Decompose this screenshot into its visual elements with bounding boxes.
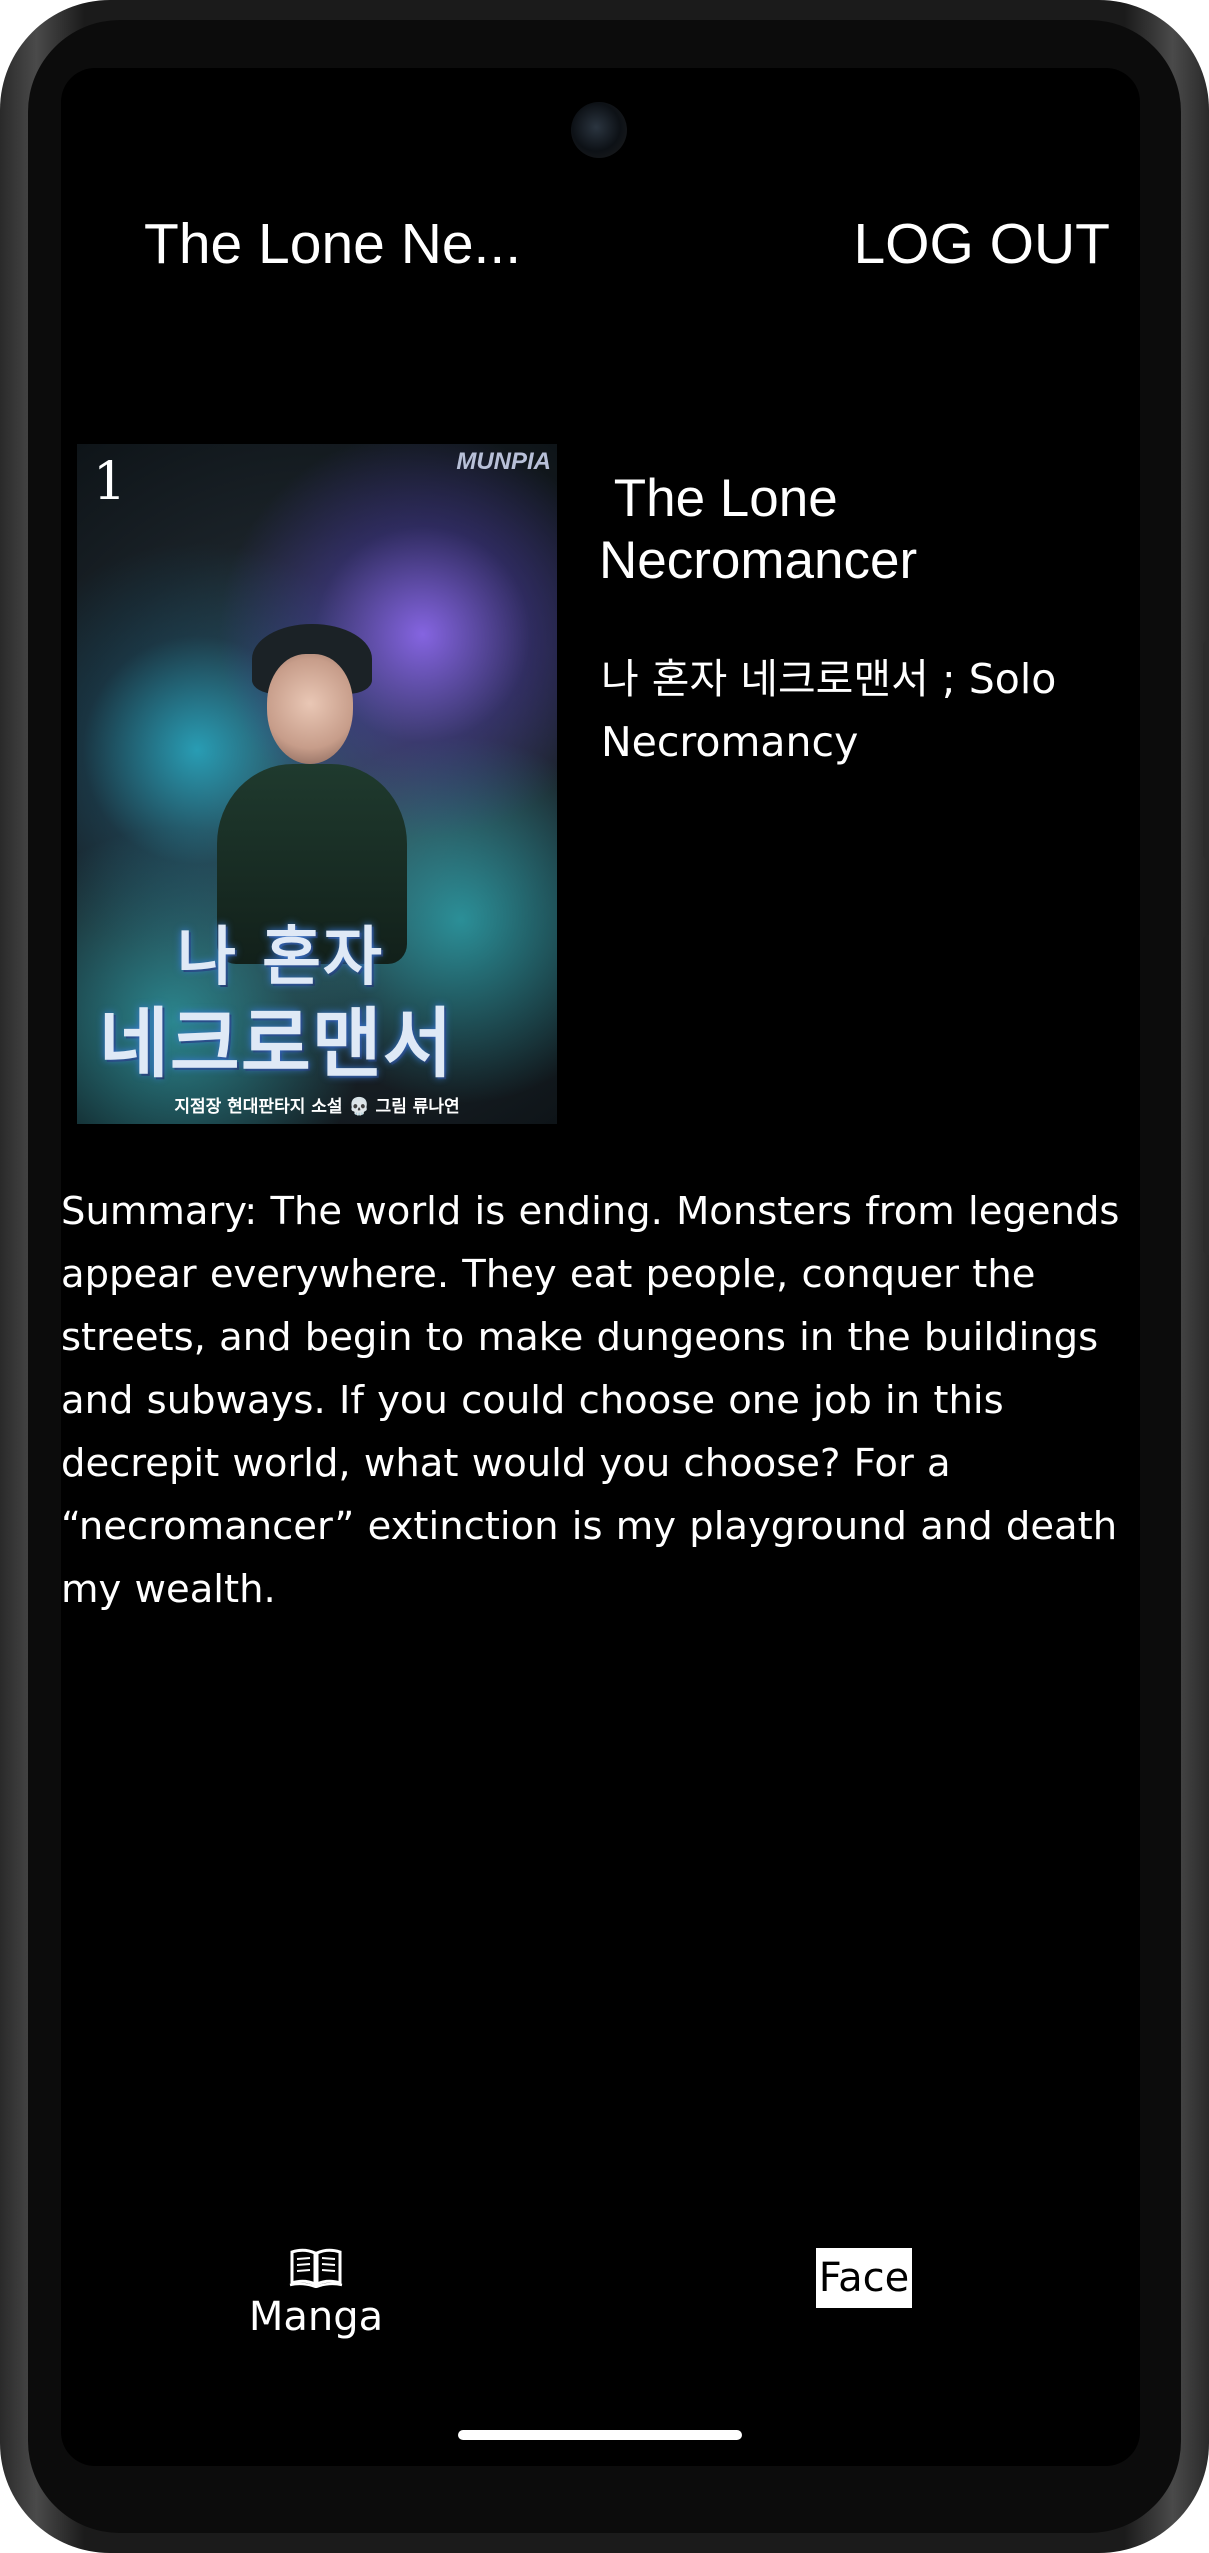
- nav-manga-button[interactable]: Manga: [226, 2246, 406, 2340]
- cover-title-line2: 네크로맨서: [99, 999, 454, 1088]
- side-button-volume: [1203, 935, 1209, 1255]
- phone-frame: The Lone Ne... LOG OUT 1 MUNPIA 나 혼자 네크로…: [0, 0, 1209, 2553]
- front-camera: [571, 102, 627, 158]
- app-screen: The Lone Ne... LOG OUT 1 MUNPIA 나 혼자 네크로…: [61, 68, 1140, 2466]
- cover-volume-number: 1: [93, 452, 127, 512]
- home-indicator[interactable]: [458, 2430, 742, 2440]
- side-button-power: [1203, 640, 1209, 860]
- cover-art-face: [267, 654, 353, 764]
- manga-summary: Summary: The world is ending. Monsters f…: [61, 1189, 1120, 1612]
- page-title: The Lone Ne...: [144, 212, 522, 276]
- cover-publisher-logo: MUNPIA: [456, 448, 551, 475]
- manga-alt-title: 나 혼자 네크로맨서 ; Solo Necromancy: [601, 655, 1057, 766]
- book-icon: [289, 2248, 343, 2288]
- cover-image: 1 MUNPIA 나 혼자 네크로맨서 지점장 현대판타지 소설 💀 그림 류나…: [77, 444, 557, 1124]
- nav-face-button[interactable]: Face: [816, 2248, 912, 2308]
- nav-manga-label: Manga: [248, 2294, 384, 2340]
- manga-title: The Lone Necromancer: [599, 469, 918, 590]
- cover-credit: 지점장 현대판타지 소설 💀 그림 류나연: [174, 1097, 460, 1117]
- logout-button[interactable]: LOG OUT: [853, 211, 1110, 277]
